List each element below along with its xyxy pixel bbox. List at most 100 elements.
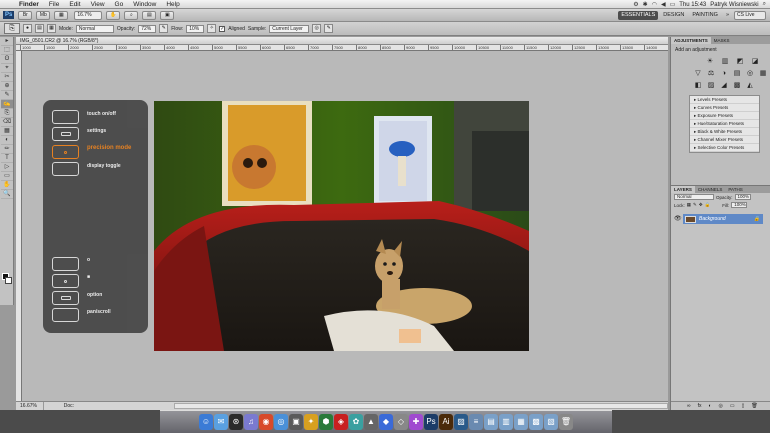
launch-bridge-button[interactable]: Br <box>18 10 33 20</box>
tool-button-6[interactable]: ✎ <box>1 91 13 100</box>
aligned-checkbox[interactable]: ✓ <box>219 25 226 32</box>
adjustment-c-4-icon[interactable]: ◭ <box>745 82 755 90</box>
tool-button-9[interactable]: ⌫ <box>1 118 13 127</box>
workspace-more[interactable]: » <box>723 11 732 20</box>
hand-tool-button[interactable]: ✋ <box>106 10 121 20</box>
dock-app-icon-9[interactable]: ◈ <box>334 414 348 430</box>
dock-app-icon-4[interactable]: ◉ <box>259 414 273 430</box>
ignore-adjustment-layers-icon[interactable]: ◎ <box>312 24 322 33</box>
status-icon[interactable]: ⚙ <box>633 1 638 8</box>
sample-select[interactable]: Current Layer <box>269 24 310 33</box>
lock-transparent-icon[interactable]: ▦ <box>687 202 691 208</box>
menubar-clock[interactable]: Thu 15:43 <box>679 2 706 8</box>
preset-item[interactable]: ▸ Curves Presets <box>690 104 759 112</box>
tool-button-5[interactable]: ⊕ <box>1 82 13 91</box>
screen-mode-button[interactable]: ▣ <box>160 10 175 20</box>
layer-visibility-eye-icon[interactable]: 👁 <box>674 215 682 222</box>
tool-button-12[interactable]: ✏ <box>1 145 13 154</box>
dock-app-icon-11[interactable]: ▲ <box>364 414 378 430</box>
dock-app-icon-5[interactable]: ◎ <box>274 414 288 430</box>
tool-button-15[interactable]: ▭ <box>1 172 13 181</box>
dock-app-icon-18[interactable]: ≡ <box>469 414 483 430</box>
adjustment-b-4-icon[interactable]: ◎ <box>745 70 755 78</box>
tool-button-2[interactable]: ʘ <box>1 55 13 64</box>
tool-button-4[interactable]: ✂ <box>1 73 13 82</box>
option-button[interactable] <box>52 291 79 305</box>
adjustment-b-2-icon[interactable]: ◑ <box>719 70 729 78</box>
menu-file[interactable]: File <box>44 0 64 9</box>
airbrush-icon[interactable]: ✧ <box>207 24 217 33</box>
dock-app-icon-15[interactable]: Ps <box>424 414 438 430</box>
tool-button-14[interactable]: ▷ <box>1 163 13 172</box>
dock-app-icon-21[interactable]: ▦ <box>514 414 528 430</box>
view-extras-button[interactable]: ▦ <box>54 10 69 20</box>
dock-app-icon-13[interactable]: ◇ <box>394 414 408 430</box>
tool-button-7[interactable]: ✍ <box>1 100 13 109</box>
dock-app-icon-1[interactable]: ✉ <box>214 414 228 430</box>
adjustment-b-1-icon[interactable]: ⚖ <box>706 70 716 78</box>
menu-edit[interactable]: Edit <box>64 0 85 9</box>
tab-layers[interactable]: LAYERS <box>671 186 695 193</box>
status-zoom[interactable]: 16.67% <box>20 402 44 410</box>
background-color-swatch[interactable] <box>5 277 12 284</box>
layers-footer-icon-6[interactable]: 🗑 <box>751 402 757 410</box>
workspace-painting[interactable]: PAINTING <box>689 11 721 20</box>
cs-live-button[interactable]: CS Live <box>734 11 766 20</box>
tool-button-17[interactable]: 🔍 <box>1 190 13 199</box>
dock-app-icon-3[interactable]: ♫ <box>244 414 258 430</box>
tab-adjustments[interactable]: ADJUSTMENTS <box>671 37 711 44</box>
adjustment-a-0-icon[interactable]: ☀ <box>705 58 715 66</box>
tool-button-3[interactable]: ⌖ <box>1 64 13 73</box>
menu-view[interactable]: View <box>86 0 110 9</box>
menubar-user[interactable]: Patryk Wisniewski <box>710 2 758 8</box>
tool-button-0[interactable]: ▸ <box>1 37 13 46</box>
layers-footer-icon-2[interactable]: ◐ <box>708 402 711 410</box>
tool-button-8[interactable]: ⎘ <box>1 109 13 118</box>
adjustment-b-0-icon[interactable]: ▽ <box>693 70 703 78</box>
dock-app-icon-12[interactable]: ◆ <box>379 414 393 430</box>
layers-footer-icon-4[interactable]: ▭ <box>730 402 735 410</box>
arrange-documents-button[interactable]: ▤ <box>142 10 157 20</box>
preset-item[interactable]: ▸ Exposure Presets <box>690 112 759 120</box>
pressure-size-icon[interactable]: ✎ <box>324 24 334 33</box>
layers-footer-icon-1[interactable]: fx <box>698 402 702 410</box>
dock-app-icon-14[interactable]: ✚ <box>409 414 423 430</box>
preset-item[interactable]: ▸ Selective Color Presets <box>690 144 759 152</box>
lock-pixels-icon[interactable]: ✎ <box>693 202 697 208</box>
lock-all-icon[interactable]: 🔒 <box>705 202 711 208</box>
dock-app-icon-6[interactable]: ▣ <box>289 414 303 430</box>
tab-channels[interactable]: CHANNELS <box>695 186 726 193</box>
workspace-design[interactable]: DESIGN <box>660 11 687 20</box>
bluetooth-icon[interactable]: ✱ <box>643 1 648 8</box>
preset-item[interactable]: ▸ Black & White Presets <box>690 128 759 136</box>
dock-app-icon-16[interactable]: Ai <box>439 414 453 430</box>
pressure-opacity-icon[interactable]: ✎ <box>159 24 169 33</box>
clone-source-panel-icon[interactable]: ▦ <box>47 24 56 33</box>
volume-icon[interactable]: ◀ <box>661 1 666 8</box>
dock-app-icon-8[interactable]: ⬢ <box>319 414 333 430</box>
opacity-input[interactable]: 72% <box>138 24 157 33</box>
clone-stamp-preset-icon[interactable]: ⎘ <box>4 23 20 34</box>
status-doc-size[interactable]: Doc: 30.2M/65.2M <box>64 402 104 417</box>
adjustment-b-5-icon[interactable]: ▦ <box>758 70 768 78</box>
layers-footer-icon-5[interactable]: ▯ <box>742 402 745 410</box>
lock-position-icon[interactable]: ✥ <box>699 202 703 208</box>
brush-panel-toggle-icon[interactable]: ▤ <box>35 24 44 33</box>
dock-app-icon-10[interactable]: ✿ <box>349 414 363 430</box>
tool-button-16[interactable]: ✋ <box>1 181 13 190</box>
fill-input[interactable]: 100% <box>731 202 748 208</box>
battery-icon[interactable]: ▭ <box>670 1 676 8</box>
layer-opacity-input[interactable]: 100% <box>734 194 751 200</box>
adjustment-c-0-icon[interactable]: ◧ <box>693 82 703 90</box>
circle-button[interactable] <box>52 257 79 271</box>
zoom-tool-button[interactable]: ⌕ <box>124 10 139 20</box>
flow-input[interactable]: 10% <box>186 24 205 33</box>
launch-minibridge-button[interactable]: Mb <box>36 10 51 20</box>
layer-background-row[interactable]: Background 🔒 <box>683 214 763 224</box>
menu-finder[interactable]: Finder <box>14 0 44 9</box>
wifi-icon[interactable]: ◠ <box>652 1 657 8</box>
brush-size-picker[interactable]: ● <box>23 24 32 33</box>
workspace-essentials[interactable]: ESSENTIALS <box>618 11 659 20</box>
adjustment-a-2-icon[interactable]: ◩ <box>735 58 745 66</box>
adjustment-b-3-icon[interactable]: ▤ <box>732 70 742 78</box>
